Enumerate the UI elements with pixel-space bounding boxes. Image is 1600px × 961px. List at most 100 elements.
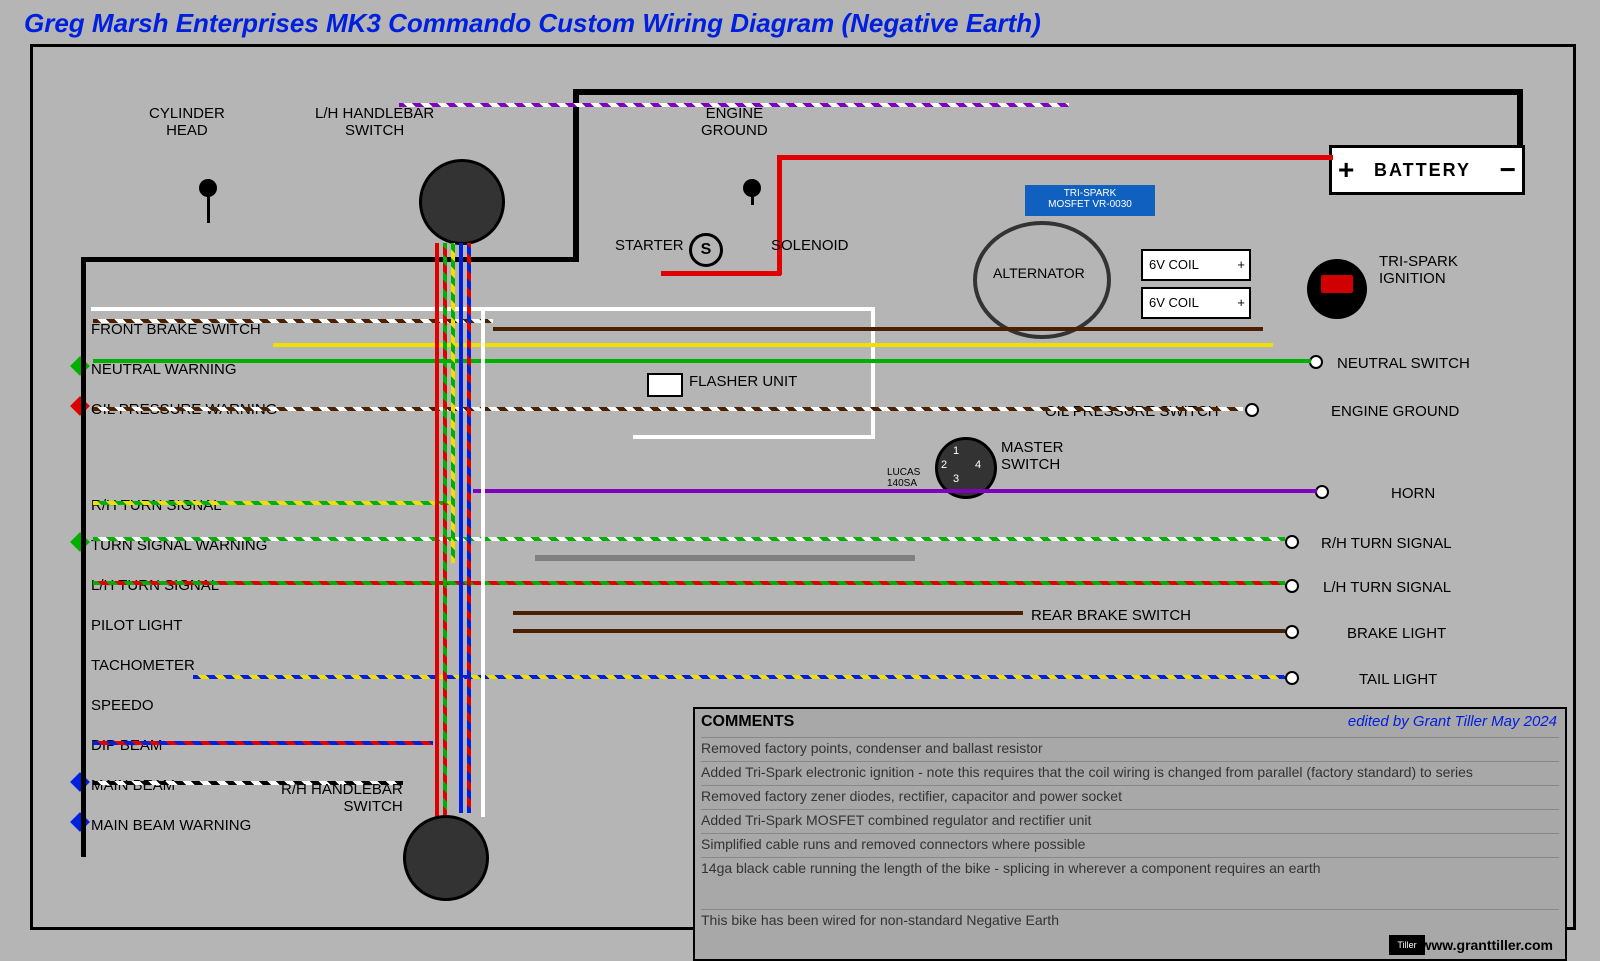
lh-handlebar-switch-icon [419, 159, 505, 245]
battery-plus-icon: + [1338, 154, 1354, 186]
coil-2: 6V COIL + [1141, 287, 1251, 319]
led-icon [70, 532, 90, 552]
wire-blue-yellow [193, 675, 1285, 679]
main-beam-warning-label: MAIN BEAM WARNING [91, 817, 251, 834]
coil-plus-icon: + [1237, 251, 1245, 279]
wire-brown-white [93, 319, 493, 323]
rear-brake-switch-label: REAR BRAKE SWITCH [1031, 607, 1191, 624]
wire-battery-neg [1517, 89, 1523, 147]
led-icon [70, 396, 90, 416]
comments-heading: COMMENTS [701, 713, 794, 731]
flasher-label: FLASHER UNIT [689, 373, 797, 390]
comments-edited-by: edited by Grant Tiller May 2024 [1348, 713, 1557, 730]
comment-line: Removed factory zener diodes, rectifier,… [701, 785, 1559, 804]
wire-green [93, 359, 1311, 363]
battery-minus-icon: − [1500, 154, 1516, 186]
solenoid-label: SOLENOID [771, 237, 849, 254]
ignition-inner-icon [1321, 275, 1353, 293]
pilot-light-label: PILOT LIGHT [91, 617, 182, 634]
neutral-warning-label: NEUTRAL WARNING [91, 361, 237, 378]
wire-yellow [273, 343, 1273, 347]
wire-brown [493, 327, 1263, 331]
wire-bluered-vert [467, 243, 471, 813]
starter-label: STARTER [615, 237, 684, 254]
coil-plus-icon: + [1237, 289, 1245, 317]
page-title: Greg Marsh Enterprises MK3 Commando Cust… [24, 8, 1041, 39]
connector-icon [1245, 403, 1259, 417]
comment-line: Simplified cable runs and removed connec… [701, 833, 1559, 852]
rh-handlebar-label: R/H HANDLEBAR SWITCH [281, 781, 403, 815]
brake-light-label: BRAKE LIGHT [1347, 625, 1446, 642]
coil-2-label: 6V COIL [1149, 295, 1199, 310]
connector-icon [1285, 671, 1299, 685]
speedo-label: SPEEDO [91, 697, 154, 714]
connector-icon [1309, 355, 1323, 369]
wire-green-red [93, 581, 1285, 585]
lh-handlebar-label: L/H HANDLEBAR SWITCH [315, 105, 434, 139]
mosfet-line2: MOSFET VR-0030 [1025, 199, 1155, 210]
neutral-switch-label: NEUTRAL SWITCH [1337, 355, 1470, 372]
ms-4: 4 [975, 459, 981, 471]
front-brake-switch-label: FRONT BRAKE SWITCH [91, 321, 261, 338]
wire-blue-red [93, 741, 433, 745]
comment-line: This bike has been wired for non-standar… [701, 909, 1559, 928]
diagram-frame: CYLINDER HEAD L/H HANDLEBAR SWITCH ENGIN… [30, 44, 1576, 930]
wire-green-white [93, 537, 1285, 541]
lh-turn-signal-right-label: L/H TURN SIGNAL [1323, 579, 1451, 596]
battery-icon: + BATTERY − [1329, 145, 1525, 195]
coil-1-label: 6V COIL [1149, 257, 1199, 272]
connector-icon [1285, 535, 1299, 549]
oil-pressure-switch-label: OIL PRESSURE SWITCH [1045, 403, 1219, 420]
engine-ground-top-stem [751, 179, 754, 205]
wire-grnred-vert [443, 243, 447, 823]
comment-line: Added Tri-Spark MOSFET combined regulato… [701, 809, 1559, 828]
coil-1: 6V COIL + [1141, 249, 1251, 281]
ms-1: 1 [953, 445, 959, 457]
comment-line: 14ga black cable running the length of t… [701, 857, 1559, 876]
rh-handlebar-switch-icon [403, 815, 489, 901]
horn-label: HORN [1391, 485, 1435, 502]
footer-url: www.granttiller.com [1420, 937, 1553, 953]
led-icon [70, 772, 90, 792]
connector-icon [1315, 485, 1329, 499]
ms-2: 2 [941, 459, 947, 471]
mosfet-box: TRI-SPARK MOSFET VR-0030 [1025, 185, 1155, 216]
wire-yelgrn-vert [451, 243, 455, 563]
cylinder-head-stem [207, 179, 210, 223]
lucas-label: LUCAS 140SA [887, 467, 920, 489]
wire-top-black-bus [573, 89, 1523, 95]
wire-red-solenoid [777, 155, 782, 275]
mosfet-line1: TRI-SPARK [1025, 188, 1155, 199]
comments-panel: COMMENTS edited by Grant Tiller May 2024… [693, 707, 1567, 961]
wire-yellow-green [93, 501, 453, 505]
battery-label: BATTERY [1374, 160, 1471, 181]
comment-line: Added Tri-Spark electronic ignition - no… [701, 761, 1559, 780]
wire-purple [473, 489, 1317, 493]
main-beam-label: MAIN BEAM [91, 777, 175, 794]
tachometer-label: TACHOMETER [91, 657, 195, 674]
rh-turn-signal-label: R/H TURN SIGNAL [91, 497, 222, 514]
alternator-label: ALTERNATOR [993, 265, 1085, 281]
connector-icon [1285, 625, 1299, 639]
wire-purple-white [399, 103, 1069, 107]
wire-white [633, 435, 875, 439]
ms-3: 3 [953, 473, 959, 485]
wire-red-top [777, 155, 1333, 160]
starter-icon: S [689, 233, 723, 267]
wire-top-black-down [573, 89, 579, 259]
rh-turn-signal-right-label: R/H TURN SIGNAL [1321, 535, 1452, 552]
connector-icon [1285, 579, 1299, 593]
flasher-unit-icon [647, 373, 683, 397]
wire-brown [513, 629, 1285, 633]
wire-grey [535, 555, 915, 561]
wire-brown-white [93, 407, 1243, 411]
led-icon [70, 356, 90, 376]
wire-white-vert [481, 307, 485, 817]
master-switch-label: MASTER SWITCH [1001, 439, 1064, 473]
wire-red-starter [661, 271, 781, 276]
wire-black [81, 257, 579, 262]
wire-black [81, 257, 86, 857]
ignition-label: TRI-SPARK IGNITION [1379, 253, 1458, 287]
dip-beam-label: DIP BEAM [91, 737, 162, 754]
tail-light-label: TAIL LIGHT [1359, 671, 1437, 688]
